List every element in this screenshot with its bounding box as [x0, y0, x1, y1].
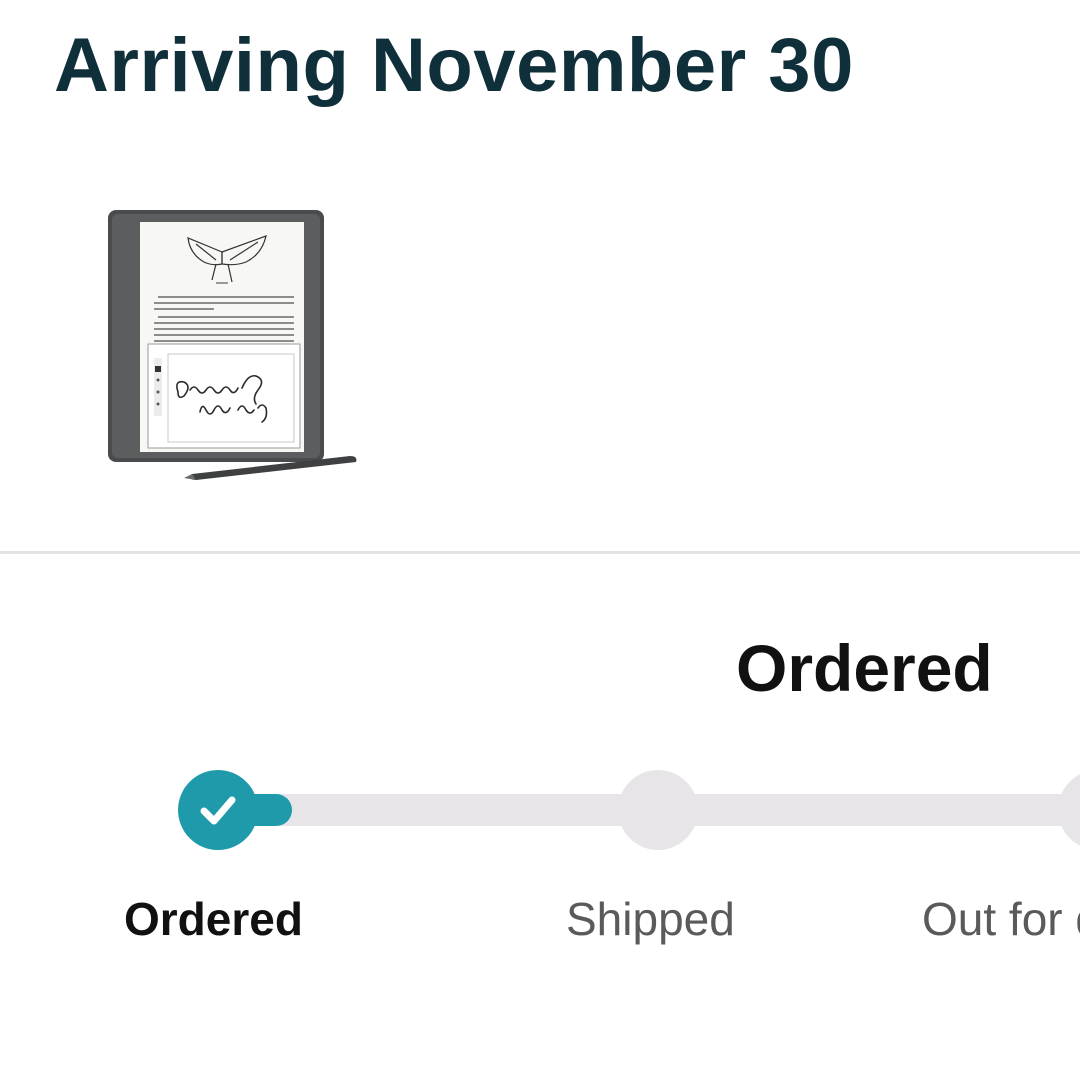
checkmark-icon: [200, 796, 236, 825]
step-label-shipped: Shipped: [566, 893, 735, 945]
current-status-heading: Ordered: [736, 631, 993, 705]
section-divider: [0, 551, 1080, 554]
product-image[interactable]: [104, 206, 364, 486]
order-tracking-page: Arriving November 30 Ordered Ordered Shi…: [0, 0, 1080, 1080]
step-shipped-marker: [618, 770, 698, 850]
kindle-device-icon: [108, 210, 357, 480]
arrival-date-title: Arriving November 30: [54, 23, 854, 108]
step-out-for-delivery-marker: [1058, 770, 1080, 850]
step-ordered-marker: [178, 770, 258, 850]
step-label-out-for-delivery: Out for delivery: [922, 893, 1080, 945]
step-label-ordered: Ordered: [124, 893, 303, 945]
